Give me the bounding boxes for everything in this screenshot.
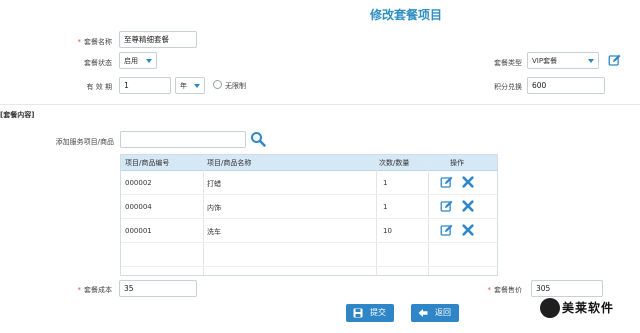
row-code: 000002 <box>125 179 152 187</box>
save-icon <box>353 308 363 318</box>
col-header-code: 项目/商品编号 <box>125 159 170 167</box>
row-qty: 10 <box>383 227 392 235</box>
row-name: 内饰 <box>207 204 221 212</box>
chevron-down-icon <box>588 59 594 63</box>
package-status-value: 启用 <box>124 57 138 65</box>
row-qty: 1 <box>383 179 388 187</box>
package-name-label: 套餐名称 <box>66 37 112 47</box>
delete-icon[interactable] <box>461 223 475 237</box>
row-name: 打蜡 <box>207 180 221 188</box>
table-row: 000004 内饰 1 <box>121 195 497 219</box>
package-type-label: 套餐类型 <box>494 59 522 67</box>
col-header-name: 项目/商品名称 <box>207 159 252 167</box>
section-title: [套餐内容] <box>0 111 35 119</box>
edit-icon[interactable] <box>440 200 453 213</box>
back-arrow-icon <box>418 309 428 317</box>
delete-icon[interactable] <box>461 175 475 189</box>
section-divider <box>0 104 640 105</box>
search-icon[interactable] <box>250 131 266 147</box>
package-status-label: 套餐状态 <box>84 59 112 67</box>
table-header: 项目/商品编号 项目/商品名称 次数/数量 操作 <box>121 155 497 171</box>
watermark-logo-icon <box>540 298 560 318</box>
unlimited-radio[interactable] <box>213 80 222 89</box>
package-type-select[interactable]: VIP套餐 <box>527 52 599 69</box>
submit-button[interactable]: 提交 <box>346 304 394 322</box>
points-input[interactable]: 600 <box>527 77 605 94</box>
chevron-down-icon <box>146 59 152 63</box>
back-button[interactable]: 返回 <box>411 304 459 322</box>
validity-unit-value: 年 <box>180 82 187 90</box>
unlimited-label: 无限制 <box>225 82 246 90</box>
table-row-empty <box>121 243 497 267</box>
edit-icon[interactable] <box>440 176 453 189</box>
price-input[interactable]: 305 <box>531 280 603 297</box>
chevron-down-icon <box>194 84 200 88</box>
package-name-input[interactable]: 至尊精细套餐 <box>119 31 197 48</box>
cost-input[interactable]: 35 <box>119 280 197 297</box>
package-type-value: VIP套餐 <box>532 57 558 65</box>
page-title: 修改套餐项目 <box>370 8 443 22</box>
edit-icon[interactable] <box>440 224 453 237</box>
table-row: 000001 洗车 10 <box>121 219 497 243</box>
add-item-label: 添加服务项目/商品 <box>55 138 114 146</box>
validity-unit-select[interactable]: 年 <box>175 77 205 94</box>
col-header-qty: 次数/数量 <box>379 159 410 167</box>
watermark-text: 美莱软件 <box>562 301 615 315</box>
row-qty: 1 <box>383 203 388 211</box>
row-name: 洗车 <box>207 228 221 236</box>
price-label: 套餐售价 <box>472 285 522 295</box>
package-items-table: 项目/商品编号 项目/商品名称 次数/数量 操作 000002 打蜡 1 000… <box>120 154 498 276</box>
validity-label: 有 效 期 <box>86 83 112 91</box>
cost-label: 套餐成本 <box>66 285 112 295</box>
row-code: 000001 <box>125 227 152 235</box>
add-item-input[interactable] <box>120 131 246 148</box>
validity-input[interactable]: 1 <box>119 77 171 94</box>
submit-label: 提交 <box>370 308 386 317</box>
table-row: 000002 打蜡 1 <box>121 171 497 195</box>
delete-icon[interactable] <box>461 199 475 213</box>
watermark: 美莱软件 <box>540 296 640 322</box>
edit-type-icon[interactable] <box>608 54 621 67</box>
package-status-select[interactable]: 启用 <box>119 52 157 69</box>
col-header-actions: 操作 <box>450 159 464 167</box>
row-code: 000004 <box>125 203 152 211</box>
back-label: 返回 <box>435 308 451 317</box>
points-label: 积分兑换 <box>494 83 522 91</box>
